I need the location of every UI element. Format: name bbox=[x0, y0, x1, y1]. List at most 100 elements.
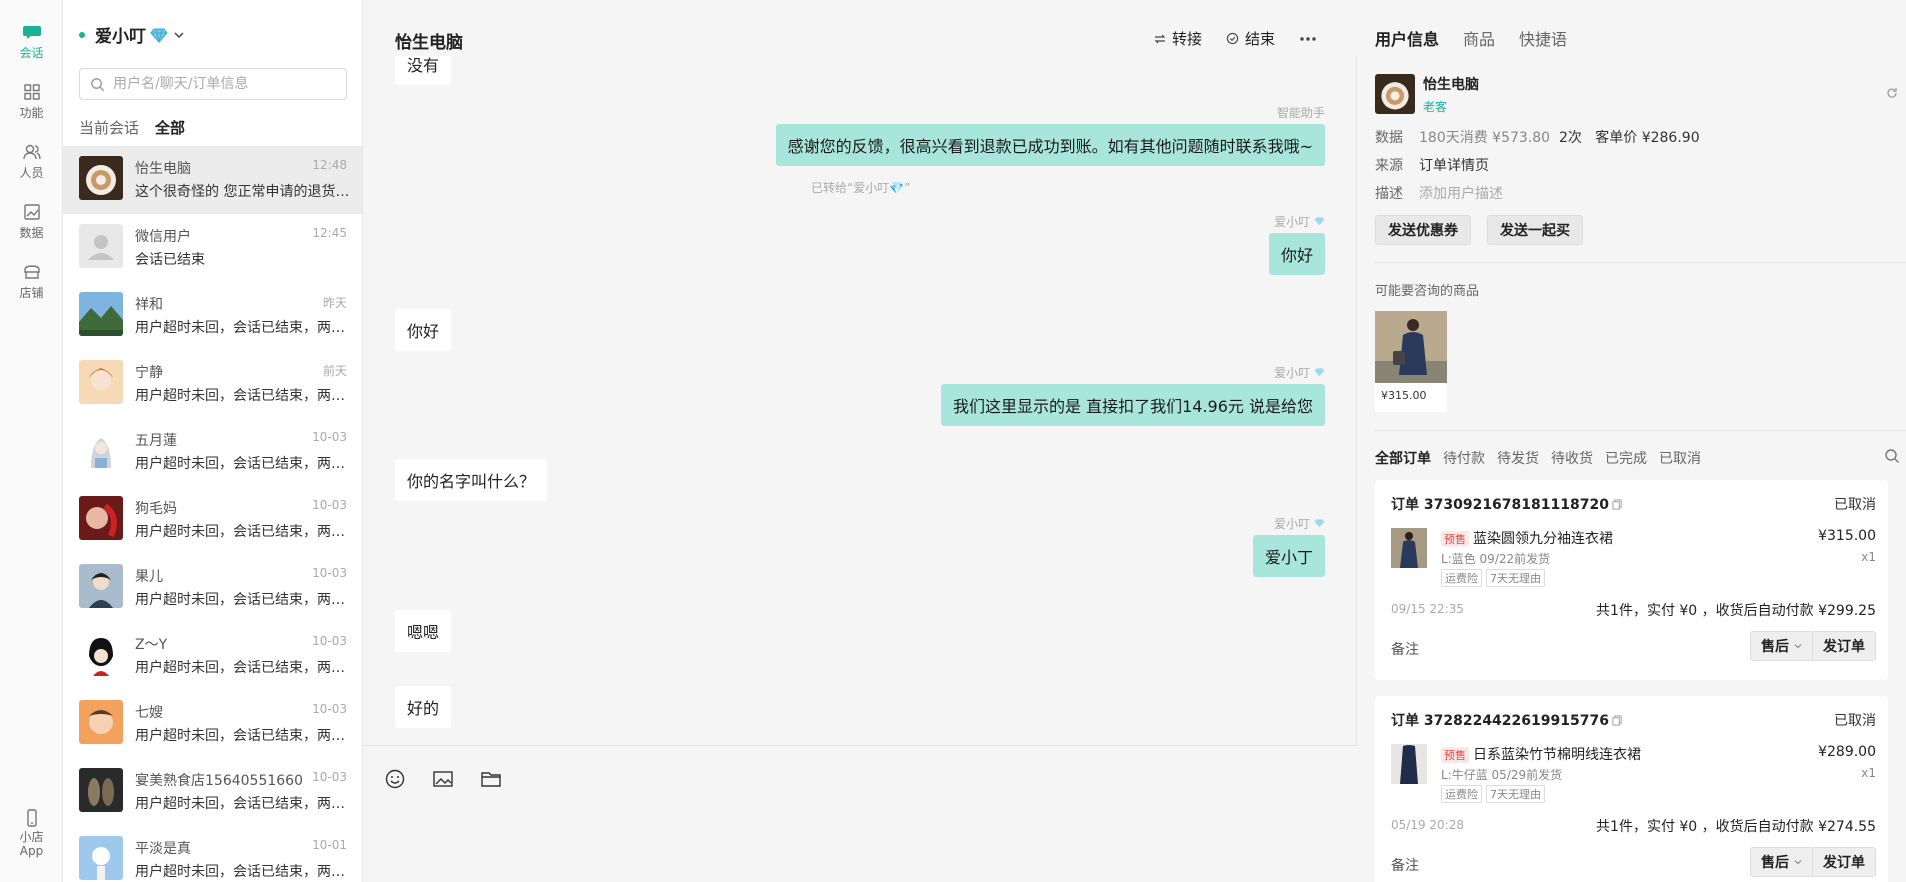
conversation-item[interactable]: 平淡是真 10-01 用户超时未回，会话已结束，两… bbox=[63, 826, 362, 882]
tab-completed[interactable]: 已完成 bbox=[1605, 448, 1647, 468]
description-input[interactable]: 添加用户描述 bbox=[1419, 183, 1503, 203]
conversation-item[interactable]: 宁静 前天 用户超时未回，会话已结束，两… bbox=[63, 350, 362, 418]
message-outgoing: 你好 bbox=[1268, 233, 1325, 275]
diamond-icon bbox=[1314, 217, 1325, 226]
copy-icon[interactable] bbox=[1612, 714, 1623, 726]
send-order-button[interactable]: 发订单 bbox=[1812, 631, 1876, 661]
search-icon bbox=[91, 77, 105, 91]
conversation-item[interactable]: Z～Y 10-03 用户超时未回，会话已结束，两… bbox=[63, 622, 362, 690]
aftersale-dropdown[interactable]: 售后 bbox=[1750, 847, 1814, 877]
refresh-icon[interactable] bbox=[1885, 86, 1899, 100]
diamond-icon bbox=[150, 28, 168, 43]
customer-tag: 老客 bbox=[1423, 100, 1448, 114]
nav-item-store[interactable]: 店铺 bbox=[0, 262, 63, 301]
order-summary: 共1件，实付 ¥0 ，收货后自动付款 ¥274.55 bbox=[1596, 819, 1876, 835]
copy-icon[interactable] bbox=[1612, 498, 1623, 510]
tab-all-conversations[interactable]: 全部 bbox=[155, 117, 185, 138]
conversation-name: 宁静 bbox=[135, 365, 163, 381]
end-session-button[interactable]: 结束 bbox=[1226, 28, 1275, 49]
conversation-preview: 这个很奇怪的 您正常申请的退货… bbox=[135, 184, 350, 200]
service-chip: 7天无理由 bbox=[1486, 569, 1545, 587]
send-coupon-button[interactable]: 发送优惠券 bbox=[1375, 215, 1471, 245]
nav-item-chat[interactable]: 会话 bbox=[0, 22, 63, 61]
image-icon[interactable] bbox=[431, 768, 455, 790]
order-tabs: 全部订单 待付款 待发货 待收货 已完成 已取消 bbox=[1375, 448, 1701, 468]
conversation-item[interactable]: 祥和 昨天 用户超时未回，会话已结束，两… bbox=[63, 282, 362, 350]
send-order-button[interactable]: 发订单 bbox=[1812, 847, 1876, 877]
chat-pane: 没有 智能助手 感谢您的反馈，很高兴看到退款已成功到账。如有其他问题随时联系我哦… bbox=[363, 0, 1357, 882]
order-note-button[interactable]: 备注 bbox=[1391, 639, 1419, 659]
message-outgoing: 爱小丁 bbox=[1252, 535, 1325, 577]
order-date: 09/15 22:35 bbox=[1391, 602, 1464, 616]
order-product-image bbox=[1391, 528, 1427, 568]
nav-item-app[interactable]: 小店 App bbox=[0, 808, 63, 858]
chevron-down-icon bbox=[174, 31, 184, 38]
chevron-down-icon bbox=[1794, 644, 1802, 649]
order-note-button[interactable]: 备注 bbox=[1391, 855, 1419, 875]
avatar bbox=[79, 768, 123, 812]
avatar bbox=[79, 428, 123, 472]
conversation-item[interactable]: 七嫂 10-03 用户超时未回，会话已结束，两… bbox=[63, 690, 362, 758]
customer-name: 怡生电脑 bbox=[1423, 77, 1479, 93]
message-composer[interactable] bbox=[363, 745, 1357, 882]
product-image bbox=[1375, 311, 1447, 383]
tab-cancelled[interactable]: 已取消 bbox=[1659, 448, 1701, 468]
conversation-name: 平淡是真 bbox=[135, 841, 191, 857]
spend-value: 180天消费 ¥573.80 bbox=[1419, 130, 1551, 146]
sender-name: 爱小叮 bbox=[1274, 366, 1311, 380]
order-status: 已取消 bbox=[1834, 713, 1876, 729]
nav-item-features[interactable]: 功能 bbox=[0, 82, 63, 121]
conversation-name: 五月蓮 bbox=[135, 433, 177, 449]
conversation-item[interactable]: 微信用户 12:45 会话已结束 bbox=[63, 214, 362, 282]
message-outgoing: 我们这里显示的是 直接扣了我们14.96元 说是给您 bbox=[941, 384, 1325, 426]
tab-quick-replies[interactable]: 快捷语 bbox=[1519, 26, 1567, 50]
conversation-preview: 用户超时未回，会话已结束，两… bbox=[135, 796, 345, 812]
message-list[interactable]: 没有 智能助手 感谢您的反馈，很高兴看到退款已成功到账。如有其他问题随时联系我哦… bbox=[363, 0, 1357, 745]
order-product-title[interactable]: 日系蓝染竹节棉明线连衣裙 bbox=[1473, 744, 1641, 764]
conversation-time: 10-03 bbox=[312, 566, 347, 580]
conversation-item[interactable]: 怡生电脑 12:48 这个很奇怪的 您正常申请的退货… bbox=[63, 146, 362, 214]
message-incoming: 嗯嗯 bbox=[395, 610, 452, 652]
conversation-name: 狗毛妈 bbox=[135, 501, 177, 517]
emoji-icon[interactable] bbox=[383, 768, 407, 790]
tab-current-conversations[interactable]: 当前会话 bbox=[79, 117, 139, 138]
conversation-item[interactable]: 宴美熟食店15640551660 10-03 用户超时未回，会话已结束，两… bbox=[63, 758, 362, 826]
conversation-preview: 用户超时未回，会话已结束，两… bbox=[135, 524, 345, 540]
conversation-item[interactable]: 狗毛妈 10-03 用户超时未回，会话已结束，两… bbox=[63, 486, 362, 554]
nav-item-label: 功能 bbox=[19, 106, 44, 120]
conversation-item[interactable]: 五月蓮 10-03 用户超时未回，会话已结束，两… bbox=[63, 418, 362, 486]
conversation-item[interactable]: 果儿 10-03 用户超时未回，会话已结束，两… bbox=[63, 554, 362, 622]
divider bbox=[1375, 262, 1906, 263]
conversation-time: 10-03 bbox=[312, 770, 347, 784]
tab-all-orders[interactable]: 全部订单 bbox=[1375, 448, 1431, 468]
tab-products[interactable]: 商品 bbox=[1463, 26, 1495, 50]
people-icon bbox=[22, 144, 41, 160]
folder-icon[interactable] bbox=[479, 768, 503, 790]
tab-user-info[interactable]: 用户信息 bbox=[1375, 26, 1439, 50]
store-icon bbox=[23, 265, 40, 279]
nav-app-label: 小店 bbox=[19, 830, 44, 844]
send-group-buy-button[interactable]: 发送一起买 bbox=[1487, 215, 1583, 245]
more-button[interactable] bbox=[1299, 36, 1317, 42]
nav-item-data[interactable]: 数据 bbox=[0, 202, 63, 241]
chat-icon bbox=[22, 26, 41, 39]
description-label: 描述 bbox=[1375, 186, 1403, 202]
chevron-down-icon bbox=[1794, 860, 1802, 865]
nav-item-people[interactable]: 人员 bbox=[0, 142, 63, 181]
tab-pending-receipt[interactable]: 待收货 bbox=[1551, 448, 1593, 468]
search-input[interactable] bbox=[113, 76, 333, 92]
tab-pending-payment[interactable]: 待付款 bbox=[1443, 448, 1485, 468]
customer-panel: 用户信息 商品 快捷语 怡生电脑 老客 数据 180天消费 ¥573.80 2次… bbox=[1357, 0, 1906, 882]
search-icon[interactable] bbox=[1884, 448, 1900, 464]
tab-pending-shipment[interactable]: 待发货 bbox=[1497, 448, 1539, 468]
suggested-products-label: 可能要咨询的商品 bbox=[1375, 284, 1480, 299]
chat-header: 怡生电脑 转接 结束 bbox=[363, 0, 1357, 56]
account-switcher[interactable]: 爱小叮 bbox=[79, 22, 186, 47]
presale-badge: 预售 bbox=[1441, 531, 1469, 547]
order-product-title[interactable]: 蓝染圆领九分袖连衣裙 bbox=[1473, 528, 1613, 548]
nav-item-label: 店铺 bbox=[19, 286, 44, 300]
suggested-product-card[interactable]: ¥315.00 bbox=[1375, 311, 1447, 412]
transfer-button[interactable]: 转接 bbox=[1154, 28, 1202, 49]
order-id: 订单 3728224422619915776 bbox=[1391, 710, 1623, 730]
aftersale-dropdown[interactable]: 售后 bbox=[1750, 631, 1814, 661]
